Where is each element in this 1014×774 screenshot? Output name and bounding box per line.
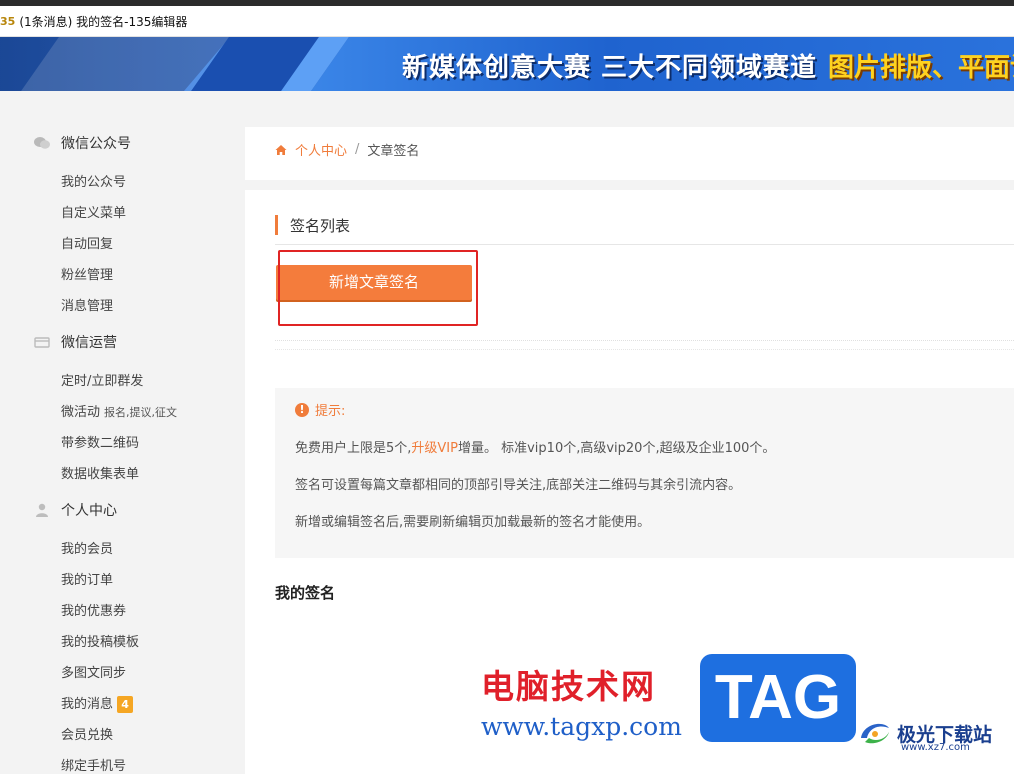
tips-title: ! 提示: (295, 400, 345, 419)
tip-line-quota: 免费用户上限是5个,升级VIP增量。 标准vip10个,高级vip20个,超级及… (295, 437, 775, 456)
tips-title-text: 提示: (315, 404, 346, 419)
sidebar-group-wechat[interactable]: 微信公众号 (34, 133, 131, 153)
sidebar-item-my-accounts[interactable]: 我的公众号 (61, 171, 126, 190)
sidebar-group-label: 个人中心 (61, 503, 117, 519)
watermark-brand-url: www.xz7.com (901, 742, 970, 753)
sidebar-item-coupons[interactable]: 我的优惠券 (61, 600, 126, 619)
section-accent-bar (275, 215, 278, 235)
warning-icon: ! (295, 402, 309, 417)
sidebar-item-custom-menu[interactable]: 自定义菜单 (61, 202, 126, 221)
sidebar-item-note: 报名,提议,征文 (104, 406, 178, 419)
section-title: 签名列表 (275, 214, 350, 236)
sidebar-item-data-form[interactable]: 数据收集表单 (61, 463, 139, 482)
sidebar-item-micro-activity[interactable]: 微活动 报名,提议,征文 (61, 401, 177, 420)
banner-subheadline: 图片排版、平面设 (828, 53, 1014, 83)
highlight-frame (278, 250, 478, 326)
watermark-text: 电脑技术网 (481, 667, 656, 706)
breadcrumb: 个人中心 / 文章签名 (275, 140, 419, 159)
sidebar-item-messages-mgmt[interactable]: 消息管理 (61, 295, 113, 314)
sidebar-item-label: 微活动 (61, 405, 101, 420)
promo-banner[interactable]: 新媒体创意大赛 三大不同领域赛道 图片排版、平面设 (0, 37, 1014, 91)
sidebar-group-personal[interactable]: 个人中心 (34, 500, 117, 520)
sidebar-group-operations[interactable]: 微信运营 (34, 332, 117, 352)
upgrade-vip-link[interactable]: 升级VIP (411, 441, 458, 456)
user-icon (36, 503, 48, 517)
sidebar-group-label: 微信公众号 (61, 136, 131, 152)
sidebar-item-qrcode[interactable]: 带参数二维码 (61, 432, 139, 451)
tip-line-usage: 签名可设置每篇文章都相同的顶部引导关注,底部关注二维码与其余引流内容。 (295, 478, 742, 493)
sidebar-item-membership[interactable]: 我的会员 (61, 538, 113, 557)
breadcrumb-separator: / (355, 142, 360, 157)
sidebar-item-label: 我的消息 (61, 697, 114, 712)
breadcrumb-current: 文章签名 (367, 144, 420, 159)
sidebar-item-templates[interactable]: 我的投稿模板 (61, 631, 139, 650)
sidebar-item-bind-phone[interactable]: 绑定手机号 (61, 755, 126, 774)
main-content: 签名列表 新增文章签名 ! 提示: 免费用户上限是5个,升级VIP增量。 标准v… (245, 190, 1014, 774)
watermark-tag-logo: TAG (700, 654, 856, 742)
divider (275, 244, 1014, 245)
app-logo-icon: 35 (0, 14, 16, 28)
home-icon (275, 144, 287, 155)
swirl-logo-icon (861, 723, 889, 744)
sidebar-item-sync[interactable]: 多图文同步 (61, 662, 126, 681)
breadcrumb-home-link[interactable]: 个人中心 (295, 140, 347, 159)
my-signatures-heading: 我的签名 (275, 584, 336, 602)
window-title: (1条消息) 我的签名-135编辑器 (19, 14, 188, 29)
sidebar-item-fans[interactable]: 粉丝管理 (61, 264, 113, 283)
sidebar-item-redeem[interactable]: 会员兑换 (61, 724, 113, 743)
window-titlebar: 35 (1条消息) 我的签名-135编辑器 (0, 6, 1014, 37)
tip-text: 免费用户上限是5个, (295, 441, 412, 456)
sidebar-group-label: 微信运营 (61, 335, 117, 351)
sidebar-item-auto-reply[interactable]: 自动回复 (61, 233, 113, 252)
sidebar: 微信公众号 我的公众号 自定义菜单 自动回复 粉丝管理 消息管理 微信运营 定时… (0, 91, 244, 774)
sidebar-item-mass-send[interactable]: 定时/立即群发 (61, 370, 143, 389)
tip-text: 增量。 标准vip10个,高级vip20个,超级及企业100个。 (457, 441, 776, 456)
banner-headline: 新媒体创意大赛 三大不同领域赛道 (402, 53, 818, 83)
watermark-url: www.tagxp.com (481, 712, 682, 741)
card-icon (34, 337, 50, 348)
breadcrumb-panel: 个人中心 / 文章签名 (245, 127, 1014, 180)
message-count-badge: 4 (117, 696, 134, 713)
sidebar-item-orders[interactable]: 我的订单 (61, 569, 113, 588)
tip-line-refresh: 新增或编辑签名后,需要刷新编辑页加载最新的签名才能使用。 (295, 515, 651, 530)
watermark-brand: 极光下载站 www.xz7.com (857, 718, 992, 753)
sidebar-item-my-messages[interactable]: 我的消息 4 (61, 693, 134, 713)
section-title-text: 签名列表 (290, 216, 351, 235)
divider (275, 340, 1014, 350)
tips-box: ! 提示: 免费用户上限是5个,升级VIP增量。 标准vip10个,高级vip2… (275, 388, 1014, 558)
wechat-icon (34, 137, 50, 149)
